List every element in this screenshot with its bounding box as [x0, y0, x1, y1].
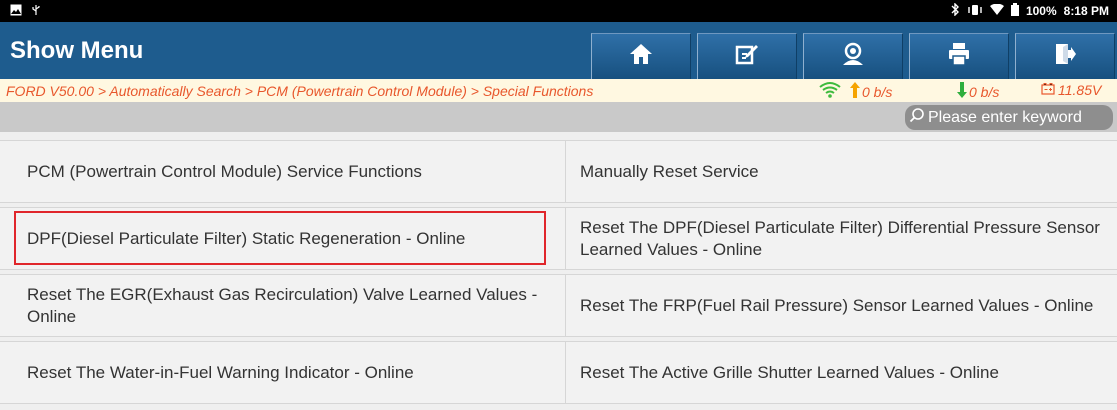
menu-row: Reset The EGR(Exhaust Gas Recirculation)… [0, 274, 1117, 337]
vibrate-icon [967, 4, 983, 19]
menu-item[interactable]: PCM (Powertrain Control Module) Service … [0, 141, 553, 202]
download-rate: 0 b/s [957, 82, 999, 101]
edit-button[interactable] [697, 33, 797, 79]
usb-icon [30, 4, 42, 19]
voltage-value: 11.85V [1058, 82, 1102, 98]
page-title: Show Menu [10, 36, 144, 64]
search-box[interactable] [905, 105, 1113, 130]
menu-row: DPF(Diesel Particulate Filter) Static Re… [0, 207, 1117, 270]
menu-row: PCM (Powertrain Control Module) Service … [0, 140, 1117, 203]
search-bar [0, 102, 1117, 132]
exit-icon [1054, 42, 1076, 71]
breadcrumb-bar: FORD V50.00 > Automatically Search > PCM… [0, 79, 1117, 102]
menu-item[interactable]: Reset The FRP(Fuel Rail Pressure) Sensor… [565, 275, 1117, 336]
wifi-icon [989, 3, 1004, 19]
clock: 8:18 PM [1063, 4, 1109, 18]
print-button[interactable] [909, 33, 1009, 79]
menu-item[interactable]: Reset The Active Grille Shutter Learned … [565, 342, 1117, 403]
voltage-readout: 11.85V [1041, 82, 1101, 98]
menu-item-label: DPF(Diesel Particulate Filter) Static Re… [27, 228, 466, 248]
menu-item[interactable]: Reset The EGR(Exhaust Gas Recirculation)… [0, 275, 553, 336]
user-icon [840, 42, 866, 71]
upload-value: 0 b/s [862, 83, 893, 100]
signal-icon [818, 81, 842, 102]
home-icon [629, 43, 653, 70]
menu-item[interactable]: Reset The Water-in-Fuel Warning Indicato… [0, 342, 553, 403]
menu-item[interactable]: Manually Reset Service [565, 141, 1117, 202]
arrow-up-icon [850, 82, 860, 101]
upload-rate: 0 b/s [850, 82, 892, 101]
download-value: 0 b/s [969, 83, 1000, 100]
battery-icon [1010, 3, 1019, 19]
battery-percent: 100% [1025, 4, 1057, 18]
search-icon [909, 107, 925, 128]
status-bar: 100% 8:18 PM [0, 0, 1117, 22]
print-icon [948, 42, 970, 71]
search-input[interactable] [928, 108, 1113, 127]
bluetooth-icon [950, 2, 960, 19]
menu-item[interactable]: Reset The DPF(Diesel Particulate Filter)… [565, 208, 1117, 269]
arrow-down-icon [957, 82, 967, 101]
image-icon [10, 4, 22, 19]
app-header: Show Menu [0, 22, 1117, 79]
exit-button[interactable] [1015, 33, 1115, 79]
menu-item-selected[interactable]: DPF(Diesel Particulate Filter) Static Re… [0, 208, 553, 269]
home-button[interactable] [591, 33, 691, 79]
breadcrumb: FORD V50.00 > Automatically Search > PCM… [6, 82, 594, 99]
car-battery-icon [1041, 82, 1055, 98]
user-button[interactable] [803, 33, 903, 79]
edit-icon [735, 43, 759, 70]
menu-row: Reset The Water-in-Fuel Warning Indicato… [0, 341, 1117, 404]
